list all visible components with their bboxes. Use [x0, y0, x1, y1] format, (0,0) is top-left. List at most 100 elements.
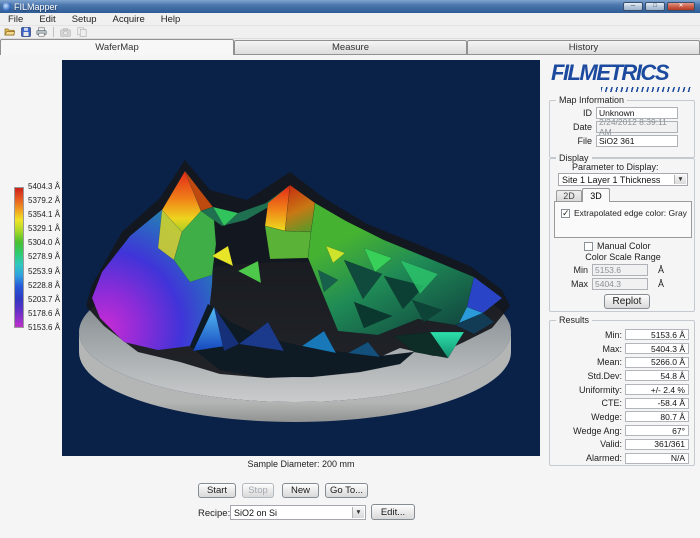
result-row-cte: CTE: -58.4 Å [556, 396, 694, 410]
result-label: CTE: [556, 398, 622, 408]
results-title: Results [556, 315, 592, 325]
min-unit: Å [658, 265, 664, 275]
result-value: 5266.0 Å [625, 357, 689, 368]
edit-recipe-button[interactable]: Edit... [371, 504, 415, 520]
result-label: Alarmed: [556, 453, 622, 463]
recipe-value: SiO2 on Si [234, 508, 277, 518]
result-label: Uniformity: [556, 385, 622, 395]
file-label: File [556, 136, 592, 146]
result-label: Wedge Ang: [556, 426, 622, 436]
tab-3d-panel: Extrapolated edge color: Gray [554, 201, 692, 238]
result-value: 67° [625, 425, 689, 436]
wafer-3d-plot[interactable] [62, 60, 540, 456]
close-button[interactable]: ✕ [667, 2, 695, 11]
toolbar-separator [53, 27, 54, 37]
print-icon[interactable] [35, 26, 48, 38]
scale-tick: 5153.6 Å [28, 324, 60, 332]
save-icon[interactable] [19, 26, 32, 38]
parameter-dropdown[interactable]: Site 1 Layer 1 Thickness ▼ [558, 173, 688, 186]
tab-measure[interactable]: Measure [234, 40, 467, 55]
scale-tick: 5228.8 Å [28, 282, 60, 290]
parameter-value: Site 1 Layer 1 Thickness [562, 175, 660, 185]
new-button[interactable]: New [282, 483, 319, 498]
result-value: 5153.6 Å [625, 329, 689, 340]
color-scale-range-title: Color Scale Range [550, 252, 696, 262]
map-information-title: Map Information [556, 95, 627, 105]
result-label: Max: [556, 344, 622, 354]
min-label: Min [570, 265, 588, 275]
menu-acquire[interactable]: Acquire [105, 14, 153, 25]
result-label: Std.Dev: [556, 371, 622, 381]
result-label: Valid: [556, 439, 622, 449]
scale-tick: 5304.0 Å [28, 239, 60, 247]
scale-tick: 5178.6 Å [28, 310, 60, 318]
window-title: FILMapper [14, 2, 623, 12]
scale-tick: 5404.3 Å [28, 183, 60, 191]
file-field[interactable]: SiO2 361 [596, 135, 678, 147]
menu-setup[interactable]: Setup [64, 14, 105, 25]
result-row-stddev: Std.Dev: 54.8 Å [556, 369, 694, 383]
filmetrics-logo: FILMETRICS [551, 60, 695, 86]
parameter-label: Parameter to Display: [572, 162, 659, 172]
manual-color-checkbox[interactable] [584, 242, 593, 251]
color-scale-labels: 5404.3 Å 5379.2 Å 5354.1 Å 5329.1 Å 5304… [28, 183, 60, 332]
menu-edit[interactable]: Edit [31, 14, 63, 25]
replot-button[interactable]: Replot [604, 294, 650, 309]
result-label: Wedge: [556, 412, 622, 422]
result-label: Min: [556, 330, 622, 340]
main-tabstrip: WaferMap Measure History [0, 39, 700, 55]
snapshot-icon[interactable] [59, 26, 72, 38]
result-row-wedge: Wedge: 80.7 Å [556, 410, 694, 424]
color-scale-bar [14, 187, 24, 328]
result-value: -58.4 Å [625, 398, 689, 409]
stop-button[interactable]: Stop [242, 483, 274, 498]
scale-tick: 5203.7 Å [28, 296, 60, 304]
logo-hatch-stripe [601, 87, 693, 92]
result-value: N/A [625, 453, 689, 464]
date-field: 2/24/2012 8:39:11 AM [596, 121, 678, 133]
max-field[interactable]: 5404.3 [592, 278, 648, 290]
chevron-down-icon[interactable]: ▼ [352, 507, 364, 518]
min-field[interactable]: 5153.6 [592, 264, 648, 276]
maximize-button[interactable]: □ [645, 2, 665, 11]
id-label: ID [556, 108, 592, 118]
chevron-down-icon[interactable]: ▼ [674, 175, 686, 184]
app-icon [3, 3, 11, 11]
result-row-wedge-ang: Wedge Ang: 67° [556, 424, 694, 438]
map-information-group: Map Information ID Unknown Date 2/24/201… [549, 100, 695, 158]
extrapolated-edge-checkbox[interactable] [561, 209, 570, 218]
result-label: Mean: [556, 357, 622, 367]
title-bar: FILMapper ─ □ ✕ [0, 0, 700, 13]
tab-wafermap[interactable]: WaferMap [0, 39, 234, 55]
scale-tick: 5379.2 Å [28, 197, 60, 205]
menu-help[interactable]: Help [153, 14, 189, 25]
tab-history[interactable]: History [467, 40, 700, 55]
manual-color-label: Manual Color [597, 241, 651, 251]
open-icon[interactable] [3, 26, 16, 38]
scale-tick: 5253.9 Å [28, 268, 60, 276]
result-row-mean: Mean: 5266.0 Å [556, 355, 694, 369]
toolbar [0, 26, 700, 39]
extrapolated-edge-label: Extrapolated edge color: Gray [574, 208, 687, 218]
display-group: Display Parameter to Display: Site 1 Lay… [549, 158, 695, 312]
start-button[interactable]: Start [198, 483, 236, 498]
results-group: Results Min: 5153.6 Å Max: 5404.3 Å Mean… [549, 320, 695, 466]
result-value: +/- 2.4 % [625, 384, 689, 395]
wafer-3d-surface [62, 60, 540, 456]
result-value: 54.8 Å [625, 370, 689, 381]
goto-button[interactable]: Go To... [325, 483, 368, 498]
result-row-min: Min: 5153.6 Å [556, 328, 694, 342]
recipe-label: Recipe: [198, 508, 230, 519]
scale-tick: 5329.1 Å [28, 225, 60, 233]
result-row-valid: Valid: 361/361 [556, 438, 694, 452]
tab-3d[interactable]: 3D [582, 188, 610, 202]
result-value: 5404.3 Å [625, 343, 689, 354]
result-value: 80.7 Å [625, 411, 689, 422]
result-row-max: Max: 5404.3 Å [556, 342, 694, 356]
menu-file[interactable]: File [0, 14, 31, 25]
copy-icon[interactable] [75, 26, 88, 38]
minimize-button[interactable]: ─ [623, 2, 643, 11]
recipe-dropdown[interactable]: SiO2 on Si ▼ [230, 505, 366, 520]
scale-tick: 5278.9 Å [28, 253, 60, 261]
result-row-uniformity: Uniformity: +/- 2.4 % [556, 383, 694, 397]
